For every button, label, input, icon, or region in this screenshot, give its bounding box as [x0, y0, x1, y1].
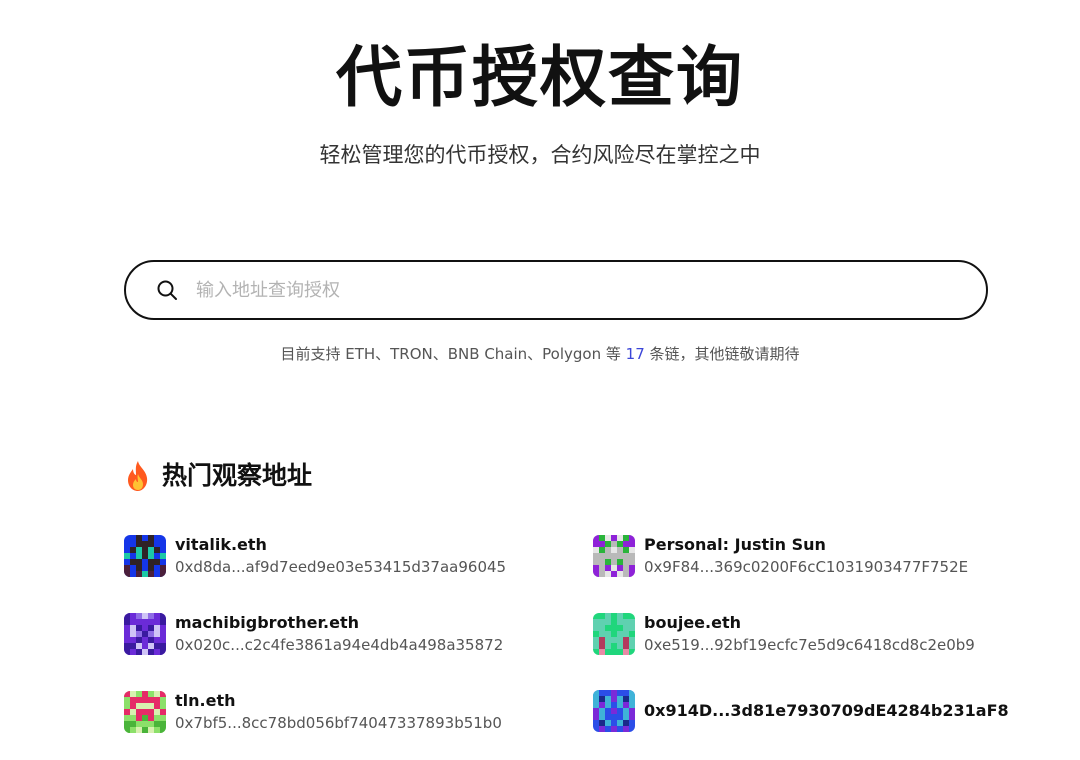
- address-hash: 0xe519...92bf19ecfc7e5d9c6418cd8c2e0b9: [644, 636, 975, 654]
- identicon-avatar: [124, 535, 166, 577]
- watch-address-item[interactable]: vitalik.eth 0xd8da...af9d7eed9e03e53415d…: [124, 534, 506, 578]
- supported-chains-suffix: 条链，其他链敬请期待: [644, 345, 800, 363]
- watch-address-item[interactable]: tln.eth 0x7bf5...8cc78bd056bf74047337893…: [124, 690, 502, 734]
- page-subtitle: 轻松管理您的代币授权，合约风险尽在掌控之中: [319, 143, 761, 167]
- address-hash: 0x914D...3d81e7930709dE4284b231aF8: [644, 701, 1009, 720]
- watch-address-item[interactable]: Personal: Justin Sun 0x9F84...369c0200F6…: [593, 534, 968, 578]
- chain-count: 17: [625, 345, 645, 363]
- identicon-avatar: [593, 690, 635, 732]
- identicon-avatar: [124, 613, 166, 655]
- fire-icon: [128, 461, 148, 491]
- address-name: Personal: Justin Sun: [644, 535, 826, 554]
- identicon-avatar: [124, 691, 166, 733]
- address-hash: 0x020c...c2c4fe3861a94e4db4a498a35872: [175, 636, 504, 654]
- search-box[interactable]: [124, 260, 988, 320]
- hot-addresses-header: 热门观察地址: [124, 458, 312, 494]
- address-name: tln.eth: [175, 691, 236, 710]
- section-title: 热门观察地址: [162, 461, 313, 490]
- address-name: machibigbrother.eth: [175, 613, 360, 632]
- address-hash: 0xd8da...af9d7eed9e03e53415d37aa96045: [175, 558, 507, 576]
- supported-chains-prefix: 目前支持 ETH、TRON、BNB Chain、Polygon 等: [280, 345, 626, 363]
- supported-chains-note: 目前支持 ETH、TRON、BNB Chain、Polygon 等 17 条链，…: [0, 342, 1080, 366]
- address-hash: 0x7bf5...8cc78bd056bf74047337893b51b0: [175, 714, 502, 732]
- watch-address-item[interactable]: boujee.eth 0xe519...92bf19ecfc7e5d9c6418…: [593, 612, 975, 656]
- address-name: boujee.eth: [644, 613, 741, 632]
- address-name: vitalik.eth: [175, 535, 267, 554]
- watch-address-item[interactable]: 0x914D...3d81e7930709dE4284b231aF8: [593, 690, 1009, 732]
- identicon-avatar: [593, 613, 635, 655]
- address-hash: 0x9F84...369c0200F6cC1031903477F752E: [644, 558, 969, 576]
- search-input[interactable]: [194, 278, 958, 302]
- search-icon: [156, 279, 178, 301]
- watch-address-item[interactable]: machibigbrother.eth 0x020c...c2c4fe3861a…: [124, 612, 503, 656]
- identicon-avatar: [593, 535, 635, 577]
- page: 代币授权查询 轻松管理您的代币授权，合约风险尽在掌控之中 目前支持 ETH、TR…: [0, 0, 1080, 760]
- page-title: 代币授权查询: [336, 39, 744, 116]
